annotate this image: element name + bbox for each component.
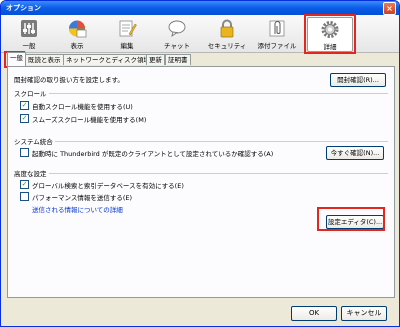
highlight-config-editor — [317, 207, 385, 231]
telemetry-label: パフォーマンス情報を送信する(E) — [32, 194, 133, 202]
window-title: オプション — [6, 4, 41, 12]
tab-network-disk[interactable]: ネットワークとディスク領域 — [63, 54, 154, 65]
toolbar-label: 編集 — [120, 42, 134, 50]
paperclip-icon — [269, 20, 285, 37]
toolbar-label: チャット — [164, 42, 190, 50]
system-group-title: システム統合 — [14, 136, 55, 146]
toolbar-item-display[interactable]: 表示 — [55, 17, 99, 50]
tab-reading-display[interactable]: 既読と表示 — [25, 54, 64, 65]
advanced-group-title: 高度な設定 — [14, 168, 49, 178]
general-panel: 開封確認の取り扱い方を設定します。 開封確認(R)... スクロール ✓ 自動ス… — [7, 66, 395, 298]
check-now-button[interactable]: 今すぐ確認(N)... — [326, 146, 384, 160]
lock-icon — [220, 19, 234, 38]
receipts-intro: 開封確認の取り扱い方を設定します。 — [14, 76, 124, 84]
tab-certificates[interactable]: 証明書 — [165, 54, 191, 65]
chat-bubble-icon — [168, 20, 186, 38]
toolbar-item-security[interactable]: セキュリティ — [205, 17, 249, 50]
default-client-checkbox[interactable] — [20, 148, 29, 157]
autoscroll-checkbox[interactable]: ✓ — [20, 101, 29, 110]
telemetry-checkbox[interactable] — [20, 192, 29, 201]
global-search-checkbox[interactable]: ✓ — [20, 180, 29, 189]
telemetry-info-link[interactable]: 送信される情報についての詳細 — [32, 204, 123, 214]
cancel-button[interactable]: キャンセル — [341, 306, 387, 321]
title-bar[interactable]: オプション × — [1, 1, 399, 15]
smoothscroll-checkbox[interactable]: ✓ — [20, 114, 29, 123]
autoscroll-label: 自動スクロール機能を使用する(U) — [32, 103, 133, 111]
return-receipts-button[interactable]: 開封確認(R)... — [330, 73, 386, 87]
switches-icon — [21, 20, 37, 37]
toolbar-label: 添付ファイル — [257, 42, 297, 50]
close-button[interactable]: × — [383, 2, 396, 15]
toolbar-item-compose[interactable]: 編集 — [105, 17, 149, 50]
highlight-advanced — [304, 14, 356, 54]
toolbar-item-chat[interactable]: チャット — [155, 17, 199, 50]
toolbar-label: セキュリティ — [207, 42, 247, 50]
ok-button[interactable]: OK — [291, 306, 337, 321]
toolbar-item-general[interactable]: 一般 — [7, 17, 51, 50]
tab-general[interactable]: 一般 — [7, 52, 26, 66]
scroll-group-title: スクロール — [14, 88, 49, 98]
toolbar-label: 表示 — [70, 42, 84, 50]
toolbar-label: 一般 — [22, 42, 36, 50]
default-client-label: 起動時に Thunderbird が既定のクライアントとして設定されているか確認… — [32, 150, 274, 158]
smoothscroll-label: スムーズスクロール機能を使用する(M) — [32, 116, 147, 124]
options-window: オプション × 一般 表示 編集 チャット セキュリティ 添付ファイル 詳細 一… — [0, 0, 400, 327]
global-search-label: グローバル検索と索引データベースを有効にする(E) — [32, 182, 184, 190]
toolbar-item-attachments[interactable]: 添付ファイル — [255, 17, 299, 50]
pencil-icon — [119, 20, 137, 37]
palette-icon — [69, 20, 87, 38]
tab-update[interactable]: 更新 — [146, 54, 165, 65]
